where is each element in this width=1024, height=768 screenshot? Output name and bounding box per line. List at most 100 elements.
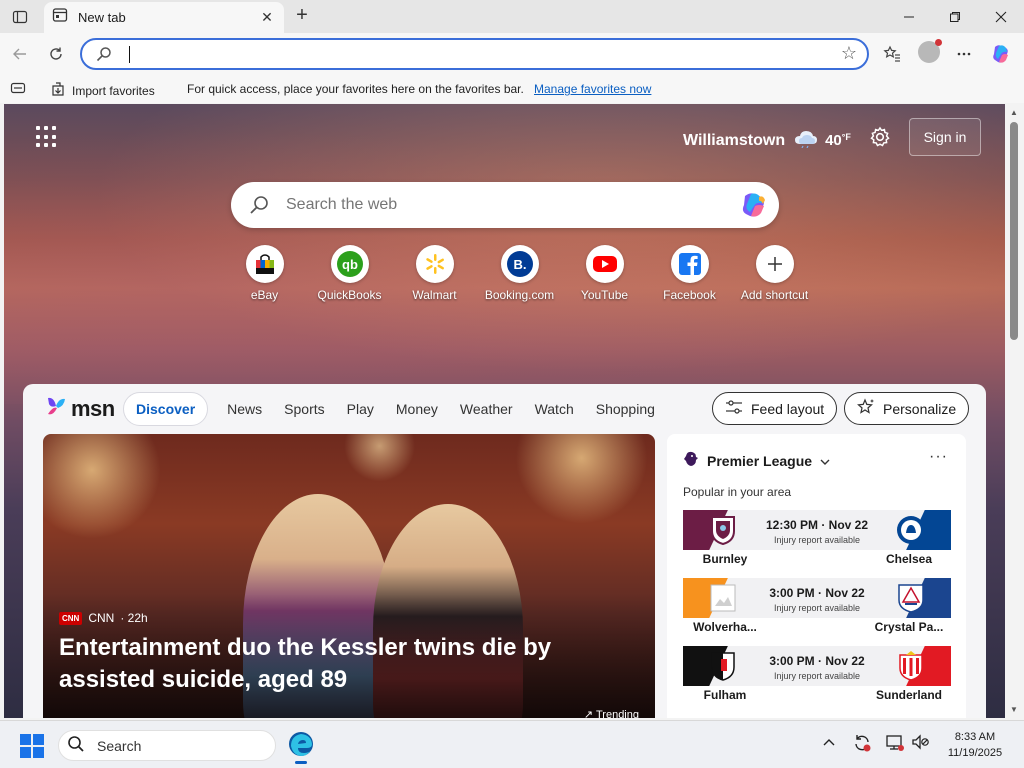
tab-new-tab[interactable]: New tab ✕ [44, 2, 284, 33]
ebay-shopping-bag-icon [245, 245, 284, 283]
personalize-label: Personalize [883, 400, 957, 417]
manage-favorites-link[interactable]: Manage favorites now [534, 82, 651, 96]
msn-butterfly-icon [45, 394, 69, 423]
chevron-down-icon [820, 453, 830, 469]
tab-discover[interactable]: Discover [123, 392, 209, 426]
profile-avatar[interactable] [918, 39, 942, 63]
web-search-box[interactable]: Search the web [231, 182, 779, 228]
quickbooks-logo-icon: qb [330, 245, 369, 283]
shortcut-label: QuickBooks [317, 288, 382, 302]
personalize-button[interactable]: Personalize [844, 392, 970, 425]
msn-logo[interactable]: msn [45, 394, 115, 423]
away-team-name: Sunderland [875, 688, 942, 702]
tab-close-icon[interactable]: ✕ [258, 9, 276, 26]
taskbar-search-box[interactable]: Search [58, 730, 276, 761]
injury-report-note: Injury report available [773, 535, 861, 545]
search-icon [67, 735, 85, 756]
page-scrollbar[interactable]: ▲ ▼ [1005, 104, 1024, 718]
page-settings-gear-icon[interactable] [869, 126, 891, 148]
tab-weather[interactable]: Weather [449, 393, 524, 425]
restore-button[interactable] [932, 0, 978, 33]
scrollbar-thumb[interactable] [1010, 122, 1018, 340]
shortcut-facebook[interactable]: Facebook [647, 245, 732, 302]
web-search-input[interactable]: Search the web [286, 196, 397, 214]
match-time: 3:00 PM · Nov 22 [769, 586, 865, 600]
league-selector[interactable]: Premier League [683, 450, 830, 471]
windows-start-icon[interactable] [20, 734, 44, 758]
add-favorite-star-icon[interactable]: ☆ [841, 43, 857, 64]
new-tab-button[interactable]: + [290, 4, 314, 28]
tab-watch[interactable]: Watch [524, 393, 585, 425]
tab-sports[interactable]: Sports [273, 393, 335, 425]
tab-shopping[interactable]: Shopping [585, 393, 666, 425]
address-bar[interactable]: ☆ [80, 38, 869, 70]
import-icon [50, 81, 66, 100]
shortcut-label: Walmart [412, 288, 457, 302]
sparkle-star-icon [857, 398, 875, 419]
search-icon [96, 46, 112, 67]
tab-news[interactable]: News [216, 393, 273, 425]
story-headline[interactable]: Entertainment duo the Kessler twins die … [59, 632, 639, 696]
tab-actions-icon[interactable] [8, 6, 32, 28]
story-source: CNN CNN · 22h [59, 611, 148, 625]
taskbar-clock[interactable]: 8:33 AM 11/19/2025 [930, 729, 1020, 761]
add-shortcut-button[interactable]: Add shortcut [732, 245, 817, 302]
shortcut-ebay[interactable]: eBay [222, 245, 307, 302]
match-time: 12:30 PM · Nov 22 [765, 518, 869, 532]
navigation-bar: ☆ [0, 33, 1024, 75]
scroll-down-arrow-icon[interactable]: ▼ [1010, 705, 1018, 714]
match-row[interactable]: 3:00 PM · Nov 22 Injury report available… [683, 646, 951, 704]
feed-layout-button[interactable]: Feed layout [712, 392, 838, 425]
sign-in-button[interactable]: Sign in [909, 118, 981, 156]
tab-money[interactable]: Money [385, 393, 449, 425]
edge-taskbar-icon[interactable] [287, 730, 315, 764]
minimize-button[interactable] [886, 0, 932, 33]
booking-logo-icon: B. [500, 245, 539, 283]
shortcut-quickbooks[interactable]: qb QuickBooks [307, 245, 392, 302]
import-favorites-button[interactable]: Import favorites [50, 81, 155, 100]
match-row[interactable]: 3:00 PM · Nov 22 Injury report available… [683, 578, 951, 636]
volume-muted-icon[interactable] [911, 733, 929, 754]
feed-layout-label: Feed layout [751, 400, 825, 417]
back-arrow-icon[interactable] [7, 41, 33, 67]
clock-date: 11/19/2025 [947, 747, 1003, 759]
weather-widget[interactable]: Williamstown 40°F [683, 128, 851, 153]
home-team-name: Burnley [702, 552, 748, 566]
more-options-icon[interactable] [951, 41, 977, 67]
tab-play[interactable]: Play [336, 393, 385, 425]
shortcut-label: YouTube [580, 288, 629, 302]
svg-text:B.: B. [513, 257, 526, 272]
shortcut-label: Add shortcut [740, 288, 809, 302]
show-hidden-icons-chevron-icon[interactable] [823, 735, 835, 751]
plus-icon [755, 245, 794, 283]
home-team-name: Wolverha... [693, 620, 757, 634]
new-tab-page: Williamstown 40°F Sign in Search the web… [4, 104, 1005, 718]
shortcut-label: eBay [250, 288, 279, 302]
temperature-unit: °F [841, 132, 851, 142]
favorites-bar-toggle-icon[interactable] [10, 81, 26, 98]
match-row[interactable]: 12:30 PM · Nov 22 Injury report availabl… [683, 510, 951, 568]
shortcut-youtube[interactable]: YouTube [562, 245, 647, 302]
copilot-icon[interactable] [988, 41, 1014, 67]
hero-story-card[interactable]: CNN CNN · 22h Entertainment duo the Kess… [43, 434, 655, 718]
refresh-icon[interactable] [43, 41, 69, 67]
app-launcher-icon[interactable] [36, 126, 58, 148]
svg-text:qb: qb [342, 257, 358, 272]
away-team-name: Chelsea [885, 552, 933, 566]
close-window-button[interactable] [978, 0, 1024, 33]
widget-more-options-icon[interactable]: ··· [929, 448, 948, 466]
scroll-up-arrow-icon[interactable]: ▲ [1010, 108, 1018, 117]
cloudy-weather-icon [793, 128, 819, 153]
clock-time: 8:33 AM [954, 731, 996, 743]
tab-strip: New tab ✕ + [0, 0, 1024, 33]
shortcut-booking[interactable]: B. Booking.com [477, 245, 562, 302]
favorites-icon[interactable] [879, 41, 905, 67]
sync-update-icon[interactable] [852, 733, 872, 756]
premier-league-widget: Premier League ··· Popular in your area [667, 434, 966, 718]
taskbar-search-label: Search [97, 737, 142, 754]
copilot-icon[interactable] [739, 191, 769, 224]
injury-report-note: Injury report available [773, 603, 861, 613]
match-time: 3:00 PM · Nov 22 [769, 654, 865, 668]
shortcut-walmart[interactable]: Walmart [392, 245, 477, 302]
network-icon[interactable] [885, 733, 905, 756]
